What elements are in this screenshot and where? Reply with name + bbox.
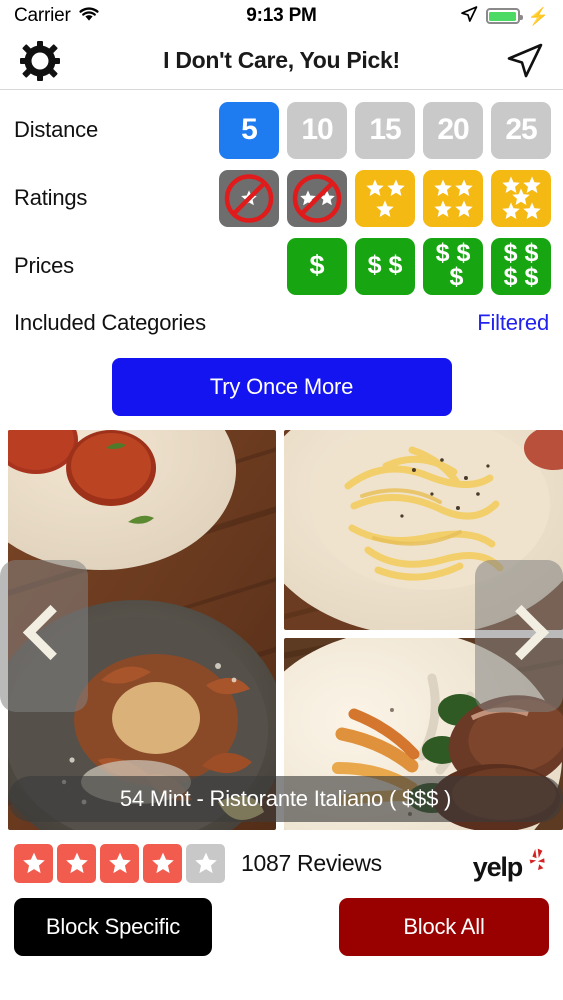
- photo-carousel: 54 Mint - Ristorante Italiano ( $$$ ): [0, 430, 563, 830]
- star-group: [355, 170, 415, 227]
- price-option-1[interactable]: $: [287, 237, 347, 295]
- review-row: 1087 Reviews yelp: [0, 830, 563, 886]
- status-bar: Carrier 9:13 PM ⚡: [0, 0, 563, 32]
- rating-star-1: [14, 843, 53, 883]
- rating-star-3: [100, 843, 139, 883]
- ratings-label: Ratings: [14, 185, 88, 210]
- bottom-action-bar: Block Specific Block All: [0, 886, 563, 956]
- no-entry-icon: [224, 173, 274, 223]
- filtered-link[interactable]: Filtered: [477, 310, 549, 336]
- dollar-group: $ $ $ $: [503, 239, 539, 291]
- rating-option-1-star[interactable]: [219, 169, 279, 227]
- page-title: I Don't Care, You Pick!: [163, 47, 400, 73]
- prices-filter-row: Prices $ $ $ $ $ $ $ $ $ $: [0, 232, 563, 300]
- chevron-left-icon: [27, 607, 61, 665]
- status-bar-right: ⚡: [460, 5, 549, 28]
- rating-star-2: [57, 843, 96, 883]
- ratings-options: [219, 169, 551, 227]
- yelp-burst-icon: [523, 847, 549, 880]
- distance-option-25[interactable]: 25: [491, 101, 551, 159]
- yelp-logo[interactable]: yelp: [472, 847, 549, 883]
- filter-section: Distance 5 10 15 20 25 Ratings Prices $ …: [0, 90, 563, 300]
- location-arrow-icon: [460, 5, 478, 28]
- reviews-count-label: 1087 Reviews: [241, 849, 382, 876]
- distance-filter-row: Distance 5 10 15 20 25: [0, 96, 563, 164]
- prices-options: $ $ $ $ $ $ $ $ $ $: [287, 237, 551, 295]
- rating-star-4: [143, 843, 182, 883]
- navigate-icon[interactable]: [505, 41, 545, 81]
- restaurant-name-caption: 54 Mint - Ristorante Italiano ( $$$ ): [8, 776, 563, 822]
- star-group: [491, 170, 551, 227]
- distance-option-5[interactable]: 5: [219, 101, 279, 159]
- app-screen: Carrier 9:13 PM ⚡ I Don't Care, You Pick…: [0, 0, 563, 1000]
- yelp-wordmark: yelp: [472, 852, 523, 883]
- no-entry-icon: [292, 173, 342, 223]
- lightning-bolt-icon: ⚡: [527, 6, 549, 26]
- rating-option-2-star[interactable]: [287, 169, 347, 227]
- try-once-more-button[interactable]: Try Once More: [111, 358, 452, 416]
- chevron-right-icon: [502, 607, 536, 665]
- battery-full-icon: [485, 8, 523, 24]
- dollar-group: $ $: [367, 251, 403, 280]
- rating-option-5-star[interactable]: [491, 169, 551, 227]
- rating-option-3-star[interactable]: [355, 169, 415, 227]
- dollar-group: $ $ $: [435, 239, 471, 291]
- carousel-prev-button[interactable]: [0, 560, 88, 712]
- gear-icon[interactable]: [18, 39, 62, 83]
- distance-option-10[interactable]: 10: [287, 101, 347, 159]
- block-all-button[interactable]: Block All: [339, 898, 549, 956]
- distance-label: Distance: [14, 117, 98, 142]
- included-categories-row: Included Categories Filtered: [0, 300, 563, 336]
- ratings-filter-row: Ratings: [0, 164, 563, 232]
- distance-option-20[interactable]: 20: [423, 101, 483, 159]
- distance-option-15[interactable]: 15: [355, 101, 415, 159]
- rating-stars[interactable]: [14, 843, 225, 883]
- prices-label: Prices: [14, 253, 74, 278]
- block-specific-button[interactable]: Block Specific: [14, 898, 212, 956]
- rating-star-5-empty: [186, 843, 225, 883]
- navigation-bar: I Don't Care, You Pick!: [0, 32, 563, 90]
- dollar-group: $: [309, 250, 325, 281]
- price-option-4[interactable]: $ $ $ $: [491, 237, 551, 295]
- price-option-2[interactable]: $ $: [355, 237, 415, 295]
- carousel-next-button[interactable]: [475, 560, 563, 712]
- included-categories-label: Included Categories: [14, 310, 206, 335]
- try-button-container: Try Once More: [0, 336, 563, 430]
- star-group: [423, 170, 483, 227]
- rating-option-4-star[interactable]: [423, 169, 483, 227]
- distance-options: 5 10 15 20 25: [219, 101, 551, 159]
- price-option-3[interactable]: $ $ $: [423, 237, 483, 295]
